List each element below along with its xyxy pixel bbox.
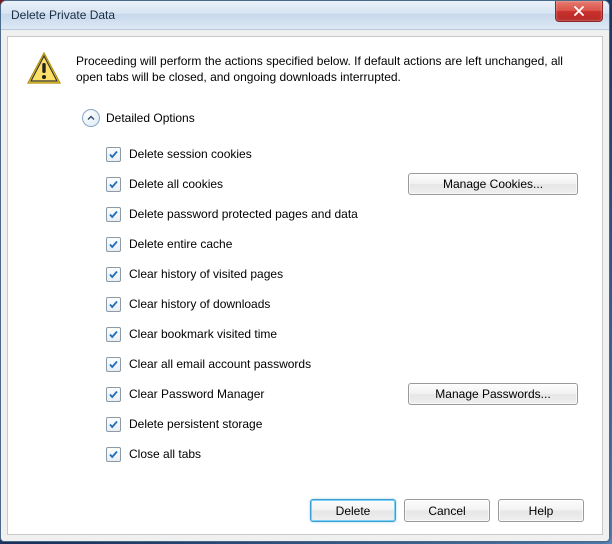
checkbox-label[interactable]: Delete session cookies xyxy=(129,147,252,161)
checkbox[interactable] xyxy=(106,417,121,432)
option-row: Delete session cookies xyxy=(106,139,584,169)
checkbox[interactable] xyxy=(106,267,121,282)
cancel-button[interactable]: Cancel xyxy=(404,499,490,522)
manage-cookies-button[interactable]: Manage Cookies... xyxy=(408,173,578,195)
header-row: Proceeding will perform the actions spec… xyxy=(26,51,584,87)
dialog-footer: Delete Cancel Help xyxy=(26,487,584,522)
options-list: Delete session cookies Delete all cookies… xyxy=(106,139,584,469)
checkbox-label[interactable]: Clear history of downloads xyxy=(129,297,270,311)
checkbox-label[interactable]: Delete entire cache xyxy=(129,237,232,251)
option-row: Clear all email account passwords xyxy=(106,349,584,379)
option-row: Clear Password Manager Manage Passwords..… xyxy=(106,379,584,409)
option-row: Delete password protected pages and data xyxy=(106,199,584,229)
dialog-content: Proceeding will perform the actions spec… xyxy=(7,36,603,535)
checkbox[interactable] xyxy=(106,447,121,462)
checkbox-label[interactable]: Clear bookmark visited time xyxy=(129,327,277,341)
checkbox-label[interactable]: Clear Password Manager xyxy=(129,387,264,401)
checkbox[interactable] xyxy=(106,207,121,222)
description-text: Proceeding will perform the actions spec… xyxy=(76,51,584,85)
checkbox[interactable] xyxy=(106,177,121,192)
delete-button[interactable]: Delete xyxy=(310,499,396,522)
checkbox-label[interactable]: Delete password protected pages and data xyxy=(129,207,358,221)
checkbox[interactable] xyxy=(106,327,121,342)
window-title: Delete Private Data xyxy=(11,8,555,22)
option-row: Close all tabs xyxy=(106,439,584,469)
dialog-window: Delete Private Data Proceeding will perf… xyxy=(0,0,610,542)
manage-passwords-button[interactable]: Manage Passwords... xyxy=(408,383,578,405)
detailed-title: Detailed Options xyxy=(106,111,195,125)
option-row: Delete entire cache xyxy=(106,229,584,259)
detailed-section: Detailed Options Delete session cookiesD… xyxy=(82,109,584,469)
titlebar[interactable]: Delete Private Data xyxy=(1,1,609,30)
checkbox-label[interactable]: Clear history of visited pages xyxy=(129,267,283,281)
checkbox[interactable] xyxy=(106,387,121,402)
detailed-header[interactable]: Detailed Options xyxy=(82,109,584,127)
option-row: Clear history of visited pages xyxy=(106,259,584,289)
checkbox[interactable] xyxy=(106,357,121,372)
option-row: Delete all cookies Manage Cookies... xyxy=(106,169,584,199)
option-row: Clear bookmark visited time xyxy=(106,319,584,349)
checkbox[interactable] xyxy=(106,297,121,312)
checkbox[interactable] xyxy=(106,147,121,162)
warning-icon xyxy=(26,51,62,87)
close-button[interactable] xyxy=(555,1,603,22)
checkbox-label[interactable]: Delete persistent storage xyxy=(129,417,262,431)
checkbox-label[interactable]: Delete all cookies xyxy=(129,177,223,191)
close-icon xyxy=(573,6,585,16)
option-row: Clear history of downloads xyxy=(106,289,584,319)
help-button[interactable]: Help xyxy=(498,499,584,522)
collapse-toggle[interactable] xyxy=(82,109,100,127)
chevron-up-icon xyxy=(86,113,96,123)
option-row: Delete persistent storage xyxy=(106,409,584,439)
checkbox-label[interactable]: Clear all email account passwords xyxy=(129,357,311,371)
checkbox-label[interactable]: Close all tabs xyxy=(129,447,201,461)
checkbox[interactable] xyxy=(106,237,121,252)
